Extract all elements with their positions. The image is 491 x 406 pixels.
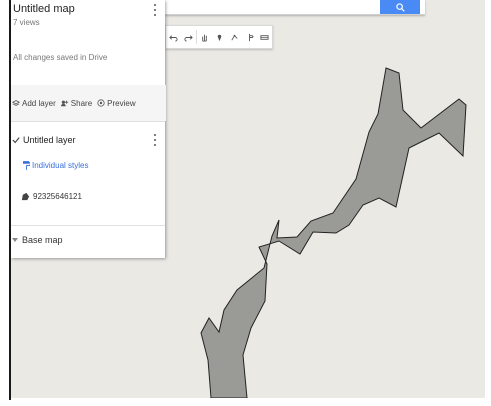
base-map-label: Base map (22, 235, 63, 245)
chevron-down-icon (12, 238, 18, 242)
polygon-icon (21, 192, 30, 201)
share-button[interactable]: Share (60, 98, 93, 108)
map-title[interactable]: Untitled map (13, 3, 75, 15)
toolbar-divider (196, 30, 197, 44)
map-options-button[interactable] (151, 3, 159, 17)
directions-icon (249, 33, 254, 41)
hand-icon (202, 34, 207, 42)
map-views: 7 views (13, 18, 40, 27)
marker-icon (217, 34, 222, 41)
measure-button[interactable] (258, 27, 271, 47)
line-icon (231, 34, 238, 40)
draw-line-button[interactable] (228, 27, 241, 47)
screenshot-frame: Untitled map 7 views All changes saved i… (0, 0, 491, 406)
panel-divider (11, 121, 165, 122)
drawn-polygon[interactable] (200, 67, 467, 398)
map-toolbar (165, 25, 273, 49)
add-layer-button[interactable]: Add layer (12, 99, 56, 108)
base-map-toggle[interactable]: Base map (12, 235, 63, 245)
layer-name: Untitled layer (23, 135, 76, 145)
preview-label: Preview (107, 98, 136, 108)
panel-actions-bar: Add layer Share Preview (11, 85, 166, 121)
select-tool-button[interactable] (198, 27, 211, 47)
search-icon (395, 2, 405, 12)
share-icon (60, 100, 68, 107)
directions-button[interactable] (243, 27, 256, 47)
feature-item[interactable]: 92325646121 (21, 192, 82, 201)
preview-button[interactable]: Preview (97, 98, 136, 108)
search-button[interactable] (380, 0, 420, 14)
more-vert-icon (154, 4, 156, 7)
map-panel: Untitled map 7 views All changes saved i… (11, 0, 166, 258)
checkbox-checked-icon[interactable] (12, 136, 20, 144)
paint-roller-icon (23, 161, 30, 170)
undo-button[interactable] (167, 27, 180, 47)
redo-button[interactable] (182, 27, 195, 47)
add-layer-icon (12, 100, 20, 106)
panel-divider (11, 225, 165, 226)
add-layer-label: Add layer (22, 98, 56, 108)
more-vert-icon (154, 134, 156, 137)
layer-options-button[interactable] (151, 133, 159, 147)
layer-style-link[interactable]: Individual styles (23, 161, 88, 170)
share-label: Share (70, 98, 93, 108)
preview-icon (97, 99, 105, 107)
layer-style-label: Individual styles (32, 161, 89, 170)
layer-header[interactable]: Untitled layer (12, 135, 76, 145)
save-status: All changes saved in Drive (13, 53, 108, 62)
undo-icon (169, 34, 178, 42)
add-marker-button[interactable] (213, 27, 226, 47)
ruler-icon (260, 34, 269, 40)
feature-label: 92325646121 (33, 192, 82, 201)
redo-icon (184, 34, 193, 42)
